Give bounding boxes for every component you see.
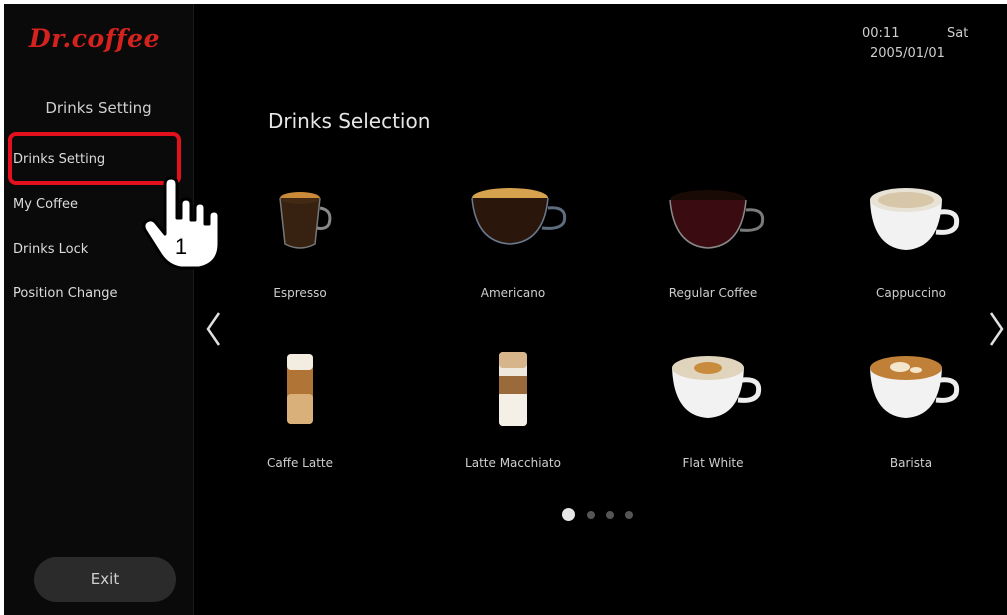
clock-date: 2005/01/01 [870, 46, 945, 61]
drink-label: Flat White [682, 456, 744, 470]
drink-tile-caffe-latte[interactable]: Caffe Latte [229, 334, 371, 484]
drink-tile-regular-coffee[interactable]: Regular Coffee [642, 164, 784, 314]
espresso-glass-icon [279, 192, 332, 249]
drink-label: Barista [889, 456, 933, 470]
drink-tile-latte-macchiato[interactable]: Latte Macchiato [442, 334, 584, 484]
chevron-left-icon [206, 312, 221, 346]
drink-label: Regular Coffee [668, 286, 758, 300]
regular-coffee-glass-icon [669, 190, 765, 249]
drink-tile-barista[interactable]: Barista [840, 334, 982, 484]
pager-dot-2[interactable] [587, 511, 595, 519]
latte-macchiato-glass-icon [499, 352, 527, 426]
sidebar-item-position-change[interactable]: Position Change [13, 286, 118, 301]
step-number: 1 [175, 234, 187, 259]
brand-logo: Dr.coffee [29, 24, 160, 53]
next-page-button[interactable] [984, 309, 1007, 349]
sidebar-item-drinks-lock[interactable]: Drinks Lock [13, 242, 88, 257]
cappuccino-cup-icon [870, 188, 960, 250]
drink-tile-flat-white[interactable]: Flat White [642, 334, 784, 484]
drink-label: Americano [480, 286, 546, 300]
sidebar: Dr.coffee Drinks Setting Drinks Setting … [4, 4, 194, 615]
drink-label: Cappuccino [875, 286, 947, 300]
drink-tile-espresso[interactable]: Espresso [229, 164, 371, 314]
sidebar-item-my-coffee[interactable]: My Coffee [13, 197, 78, 212]
drink-label: Espresso [273, 286, 327, 300]
page-title: Drinks Selection [268, 109, 431, 133]
sidebar-title: Drinks Setting [45, 99, 152, 117]
exit-button[interactable]: Exit [34, 557, 176, 602]
prev-page-button[interactable] [202, 309, 226, 349]
chevron-right-icon [989, 312, 1004, 346]
tap-hand-icon: 1 [142, 176, 221, 270]
pager-dot-3[interactable] [606, 511, 614, 519]
flat-white-cup-icon [672, 356, 762, 418]
caffe-latte-glass-icon [287, 354, 313, 424]
drink-tile-americano[interactable]: Americano [442, 164, 584, 314]
americano-glass-icon [471, 188, 567, 245]
barista-cup-icon [870, 356, 960, 418]
clock-day: Sat [947, 26, 969, 41]
clock-time: 00:11 [862, 26, 900, 41]
pager-dot-1[interactable] [562, 508, 575, 521]
drink-label: Caffe Latte [266, 456, 334, 470]
drink-label: Latte Macchiato [465, 456, 561, 470]
coffee-machine-screen: Dr.coffee Drinks Setting Drinks Setting … [4, 4, 1007, 615]
drink-tile-cappuccino[interactable]: Cappuccino [840, 164, 982, 314]
pager-dot-4[interactable] [625, 511, 633, 519]
